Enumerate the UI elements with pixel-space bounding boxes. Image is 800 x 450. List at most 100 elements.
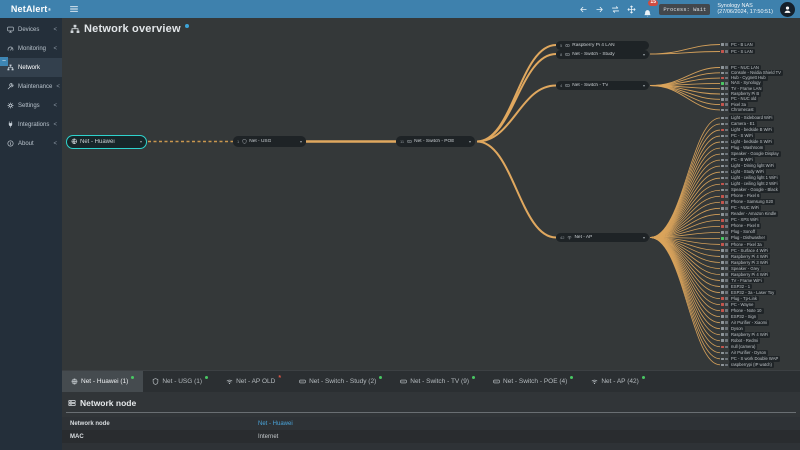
device-label: Plug - Sonoff — [729, 229, 757, 235]
status-dot — [721, 159, 724, 162]
refresh-icon[interactable] — [611, 5, 620, 14]
switch-icon — [407, 139, 412, 144]
node-label: Net - USG — [249, 139, 271, 144]
sidebar-collapse-handle[interactable]: – — [0, 57, 8, 66]
wire — [650, 238, 720, 347]
move-icon[interactable] — [627, 5, 636, 14]
sidebar-item-monitoring[interactable]: Monitoring< — [0, 39, 62, 58]
status-dot — [721, 117, 724, 120]
wire — [650, 232, 720, 237]
chevron-down-icon[interactable]: ▾ — [641, 52, 645, 57]
back-icon[interactable] — [579, 5, 588, 14]
tab-net-usg-1[interactable]: Net - USG (1) — [143, 371, 217, 392]
device-icon — [565, 43, 570, 48]
process-status-chip: Process: Wait — [659, 4, 710, 15]
device-label: Phone - Pixel 3a — [729, 242, 764, 248]
leaf-chromecast[interactable]: Chromecast — [721, 107, 756, 113]
sidebar-item-label: Network — [18, 65, 53, 71]
sidebar-item-integrations[interactable]: Integrations< — [0, 115, 62, 134]
chevron-icon: < — [56, 84, 60, 90]
status-dot — [721, 201, 724, 204]
detail-panel-title: Network node — [80, 398, 136, 408]
wire — [650, 238, 720, 239]
node-net-switch-poe[interactable]: 11Net - Switch - POE▾ — [396, 136, 475, 147]
status-dot — [721, 321, 724, 324]
tab-label: Net - Switch - TV (9) — [410, 378, 469, 385]
app-logo[interactable]: NetAlert® — [0, 0, 62, 18]
device-icon — [725, 141, 728, 144]
chevron-down-icon[interactable]: ▾ — [641, 235, 645, 240]
status-dot — [721, 195, 724, 198]
user-avatar[interactable] — [780, 2, 795, 17]
notifications-bell[interactable]: 15 — [643, 5, 652, 14]
node-label: Net - Switch - TV — [572, 83, 608, 88]
status-dot-green — [379, 376, 382, 379]
tab-net-switch-poe-4[interactable]: Net - Switch - POE (4) — [484, 371, 582, 392]
chevron-down-icon[interactable]: ▾ — [467, 139, 471, 144]
device-icon — [725, 321, 728, 324]
device-icon — [725, 231, 728, 234]
leaf-raspberrypi-ip-watch[interactable]: raspberrypi (IP watch) — [721, 362, 774, 368]
hamburger-menu-icon[interactable] — [69, 4, 79, 14]
plug-icon — [7, 121, 14, 128]
sidebar-item-settings[interactable]: Settings< — [0, 96, 62, 115]
tab-net-ap-42[interactable]: Net - AP (42) — [582, 371, 653, 392]
leaf-pc-s-lan[interactable]: PC - S LAN — [721, 49, 755, 55]
user-icon — [783, 5, 792, 14]
device-icon — [725, 249, 728, 252]
node-net-huawei[interactable]: Net - Huawei▾ — [66, 135, 147, 149]
device-icon — [725, 207, 728, 210]
wire — [650, 172, 720, 237]
chevron-icon: < — [53, 103, 57, 109]
device-label: Raspberry Pi 4 WiFi — [729, 254, 770, 260]
wire — [650, 238, 720, 257]
node-net-switch-study[interactable]: 8Net - Switch - Study▾ — [556, 50, 649, 59]
device-icon — [725, 213, 728, 216]
chevron-down-icon[interactable]: ▾ — [138, 139, 142, 144]
tab-net-switch-study-2[interactable]: Net - Switch - Study (2) — [290, 371, 391, 392]
top-bar-actions: 15 Process: Wait Synology NAS (27/06/202… — [579, 0, 795, 18]
switch-icon — [299, 378, 306, 385]
wire — [650, 220, 720, 237]
panel-rows: Network nodeNet - HuaweiMACInternet — [62, 417, 800, 450]
node-raspberry-pi-4-lan[interactable]: 5Raspberry Pi 4 LAN — [556, 41, 649, 50]
node-net-usg[interactable]: 1 Net - USG ▾ — [233, 136, 306, 147]
sidebar-item-devices[interactable]: Devices< — [0, 20, 62, 39]
chevron-down-icon[interactable]: ▾ — [641, 83, 645, 88]
panel-row-value[interactable]: Net - Huawei — [258, 421, 293, 427]
node-net-switch-tv[interactable]: 4Net - Switch - TV▾ — [556, 81, 649, 90]
wire — [650, 238, 720, 341]
tab-net-ap-old[interactable]: Net - AP OLD* — [217, 371, 290, 392]
node-net-ap[interactable]: 42Net - AP▾ — [556, 233, 649, 242]
sidebar-item-network[interactable]: Network — [0, 58, 62, 77]
tab-net-huawei-1[interactable]: Net - Huawei (1) — [62, 371, 143, 392]
switch-icon — [565, 83, 570, 88]
sidebar-item-maintenance[interactable]: Maintenance< — [0, 77, 62, 96]
status-dot — [721, 364, 724, 367]
device-icon — [725, 279, 728, 282]
wire — [650, 238, 720, 245]
node-label: Net - Switch - POE — [414, 139, 454, 144]
forward-icon[interactable] — [595, 5, 604, 14]
tab-net-switch-tv-9[interactable]: Net - Switch - TV (9) — [391, 371, 484, 392]
status-dot — [721, 50, 724, 53]
sidebar-item-about[interactable]: About< — [0, 134, 62, 153]
tab-label: Net - AP OLD — [236, 378, 275, 385]
tab-label: Net - USG (1) — [162, 378, 202, 385]
app-logo-text: NetAlert — [11, 4, 48, 14]
chevron-down-icon[interactable]: ▾ — [298, 139, 302, 144]
device-icon — [725, 225, 728, 228]
status-dot — [721, 358, 724, 361]
device-label: Light - Sideboard WiFi — [729, 115, 774, 121]
device-label: Raspberry Pi 3 WiFi — [729, 260, 770, 266]
device-label: Speaker - Google Display — [729, 151, 781, 157]
switch-icon — [493, 378, 500, 385]
device-icon — [725, 189, 728, 192]
device-label: PC - Wayne — [729, 302, 755, 308]
status-dot — [721, 273, 724, 276]
notification-count-badge: 15 — [648, 0, 658, 6]
device-icon — [725, 333, 728, 336]
wire — [650, 68, 720, 86]
node-port-badge: 1 — [237, 139, 239, 144]
leaf-pc-b-lan[interactable]: PC - B LAN — [721, 42, 755, 48]
